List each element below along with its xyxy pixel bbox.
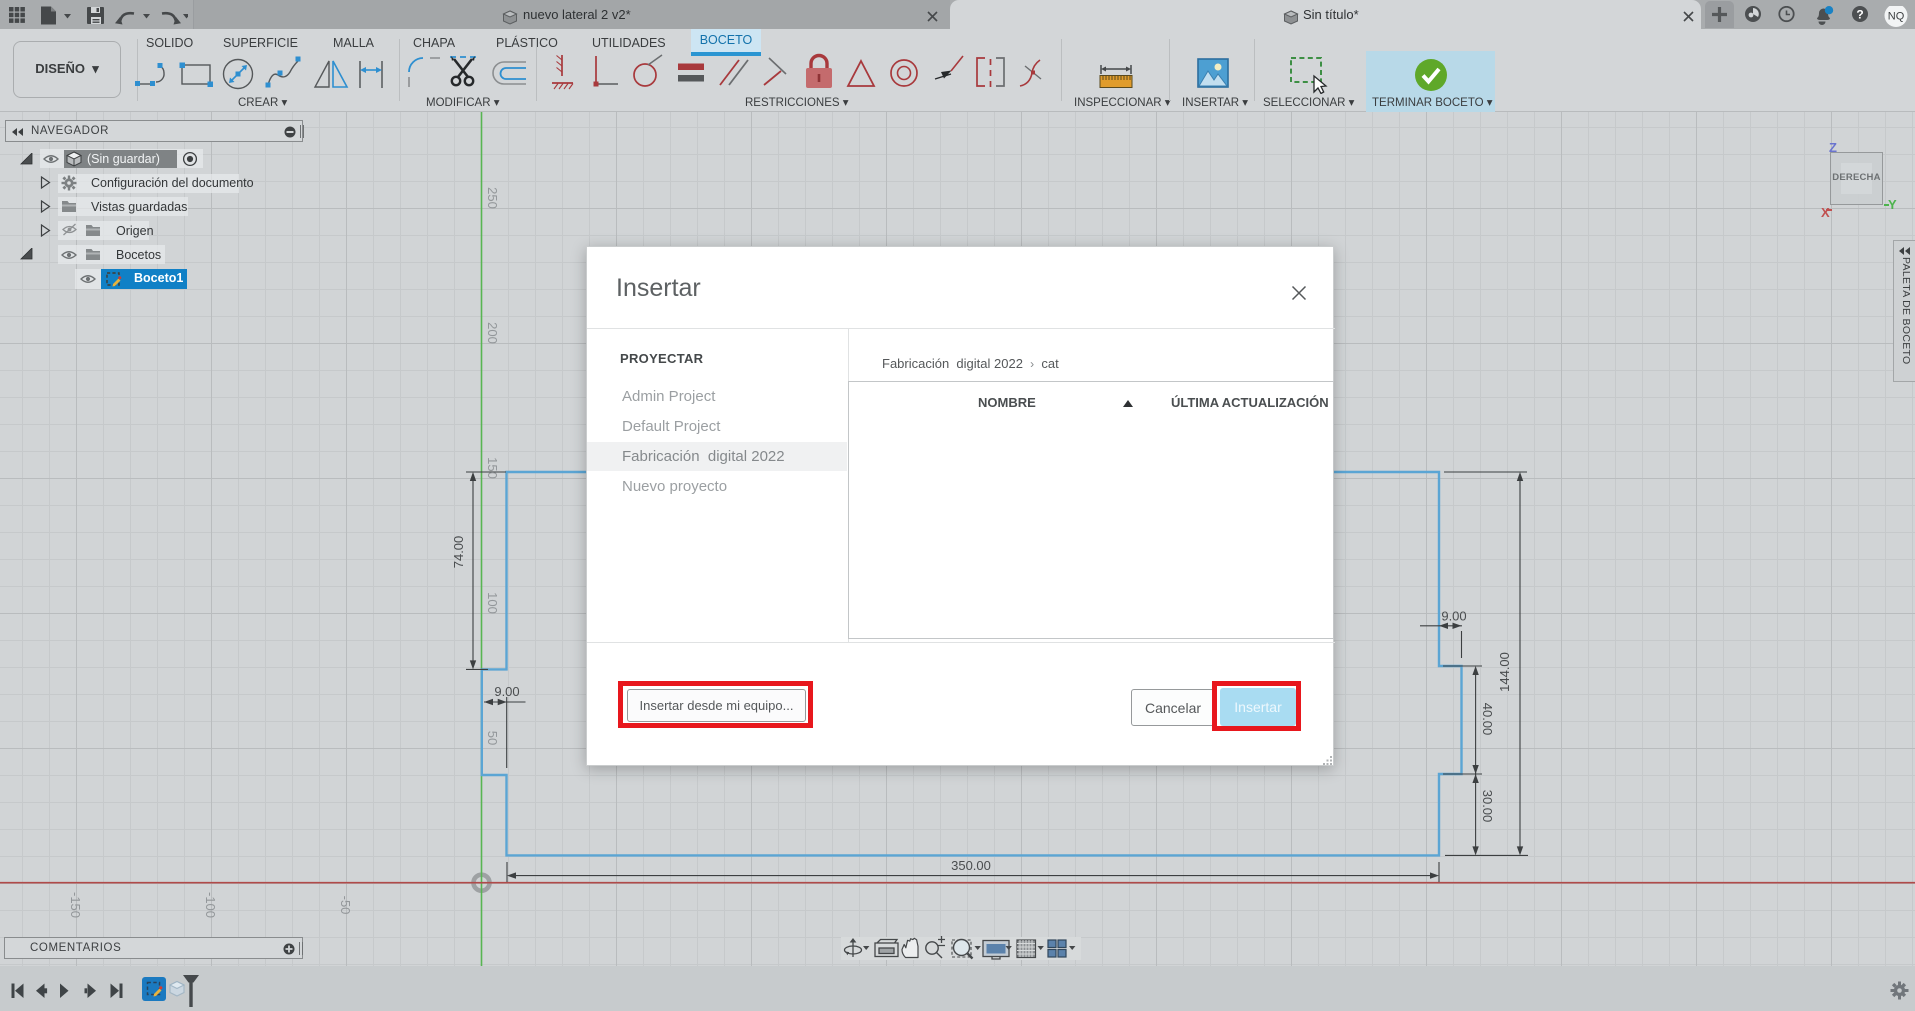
svg-text:144.00: 144.00 bbox=[1497, 652, 1512, 692]
svg-text:?: ? bbox=[1856, 8, 1863, 22]
svg-text:-150: -150 bbox=[68, 892, 83, 918]
svg-text:50: 50 bbox=[485, 731, 500, 745]
svg-text:-50: -50 bbox=[338, 896, 353, 915]
svg-text:150: 150 bbox=[485, 457, 500, 479]
svg-text:40.00: 40.00 bbox=[1480, 703, 1495, 736]
svg-text:NQ: NQ bbox=[1888, 11, 1905, 23]
svg-text:74.00: 74.00 bbox=[451, 536, 466, 569]
svg-text:100: 100 bbox=[485, 592, 500, 614]
svg-text:350.00: 350.00 bbox=[951, 858, 991, 873]
svg-text:30.00: 30.00 bbox=[1480, 790, 1495, 823]
svg-text:200: 200 bbox=[485, 322, 500, 344]
svg-text:9.00: 9.00 bbox=[494, 684, 519, 699]
svg-text:9.00: 9.00 bbox=[1441, 609, 1466, 624]
svg-text:250: 250 bbox=[485, 187, 500, 209]
svg-text:-100: -100 bbox=[203, 892, 218, 918]
